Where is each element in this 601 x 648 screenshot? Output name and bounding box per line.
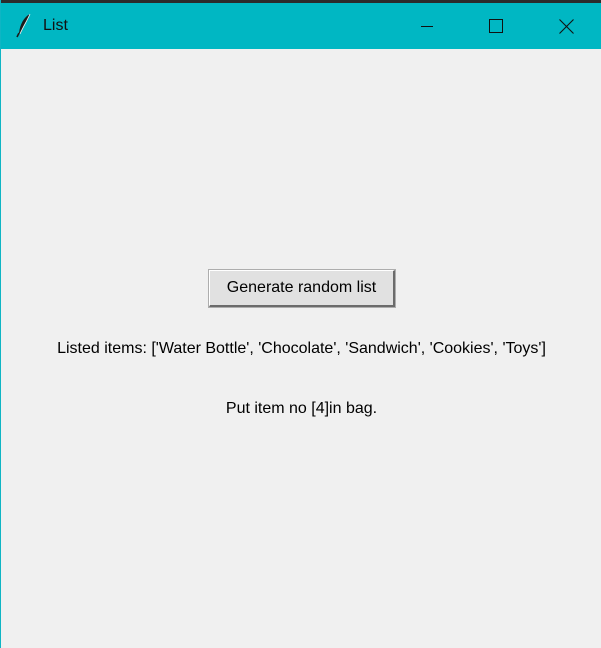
feather-icon xyxy=(15,12,35,38)
app-window: List Generate random list Listed items: … xyxy=(0,0,601,648)
minimize-icon xyxy=(421,20,433,32)
maximize-icon xyxy=(489,19,503,33)
instruction-label: Put item no [4]in bag. xyxy=(225,400,378,417)
close-icon xyxy=(558,18,574,34)
close-button[interactable] xyxy=(531,3,601,49)
window-title: List xyxy=(43,17,68,34)
window-content: Generate random list Listed items: ['Wat… xyxy=(2,49,601,648)
title-bar[interactable]: List xyxy=(1,3,601,49)
generate-random-list-button[interactable]: Generate random list xyxy=(208,269,396,308)
minimize-button[interactable] xyxy=(392,3,462,49)
maximize-button[interactable] xyxy=(461,3,531,49)
listed-items-label: Listed items: ['Water Bottle', 'Chocolat… xyxy=(57,340,546,357)
